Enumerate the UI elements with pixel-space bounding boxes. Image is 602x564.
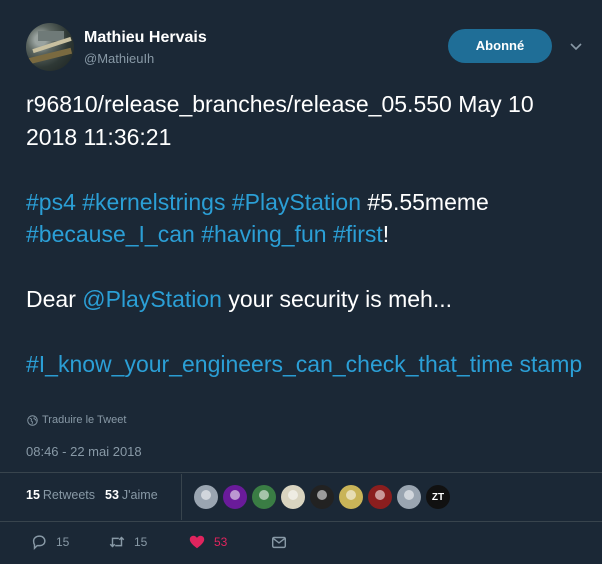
engagement-stats: 15 Retweets 53 J'aime	[26, 488, 158, 502]
retweets-stat[interactable]: 15 Retweets	[26, 488, 95, 502]
hashtag-link[interactable]: #because_I_can	[26, 221, 195, 247]
divider	[0, 472, 602, 473]
chevron-down-icon[interactable]	[568, 38, 584, 54]
hashtag-link[interactable]: #ps4	[26, 189, 76, 215]
following-button[interactable]: Abonné	[448, 29, 552, 63]
tweet-text: r96810/release_branches/release_05.550 M…	[26, 88, 591, 381]
retweets-count: 15	[26, 488, 40, 502]
tweet-text-segment: #5.55meme	[360, 188, 496, 215]
retweet-button[interactable]: 15	[108, 533, 147, 551]
like-count: 53	[214, 535, 228, 549]
hashtag-link[interactable]: #first	[333, 221, 383, 247]
liker-avatars: ZT	[194, 485, 450, 509]
zt-logo-avatar[interactable]: ZT	[426, 485, 450, 509]
reply-count: 15	[56, 535, 70, 549]
user-display-name[interactable]: Mathieu Hervais	[84, 29, 207, 47]
reply-button[interactable]: 15	[30, 533, 69, 551]
tweet-text-segment: r96810/release_branches/release_05.550 M…	[26, 91, 534, 150]
profile-avatar[interactable]	[26, 23, 74, 71]
default-avatar[interactable]	[194, 485, 218, 509]
likes-stat[interactable]: 53 J'aime	[105, 488, 158, 502]
likes-label: J'aime	[121, 488, 158, 502]
user-handle[interactable]: @MathieuIh	[84, 51, 154, 66]
cartoon-avatar[interactable]	[281, 485, 305, 509]
tweet-timestamp[interactable]: 08:46 - 22 mai 2018	[26, 444, 142, 459]
retweets-label: Retweets	[42, 488, 96, 502]
red-avatar[interactable]	[368, 485, 392, 509]
retweet-icon	[109, 536, 125, 548]
purple-avatar[interactable]	[223, 485, 247, 509]
translate-tweet-link[interactable]: Traduire le Tweet	[27, 414, 126, 426]
tweet-actions: 15 15 53	[0, 533, 602, 557]
mask-avatar[interactable]	[310, 485, 334, 509]
like-button[interactable]: 53	[188, 533, 227, 551]
globe-icon	[27, 414, 38, 426]
mention-link[interactable]: @PlayStation	[82, 286, 222, 312]
hashtag-link[interactable]: #having_fun	[201, 221, 326, 247]
stats-separator	[181, 474, 182, 520]
hashtag-link[interactable]: #I_know_your_engineers_can_check_that_ti…	[26, 351, 582, 377]
envelope-icon	[271, 536, 287, 549]
default-avatar[interactable]	[397, 485, 421, 509]
heart-icon	[189, 535, 205, 549]
green-avatar[interactable]	[252, 485, 276, 509]
divider	[0, 521, 602, 522]
likes-count: 53	[105, 488, 119, 502]
direct-message-button[interactable]	[270, 533, 288, 551]
translate-label[interactable]: Traduire le Tweet	[42, 414, 126, 426]
yellow-avatar[interactable]	[339, 485, 363, 509]
tweet-text-segment: your security is meh...	[228, 286, 453, 312]
retweet-count: 15	[134, 535, 148, 549]
hashtag-link[interactable]: #kernelstrings	[82, 189, 225, 215]
reply-icon	[32, 535, 46, 551]
hashtag-link[interactable]: #PlayStation	[232, 189, 361, 215]
